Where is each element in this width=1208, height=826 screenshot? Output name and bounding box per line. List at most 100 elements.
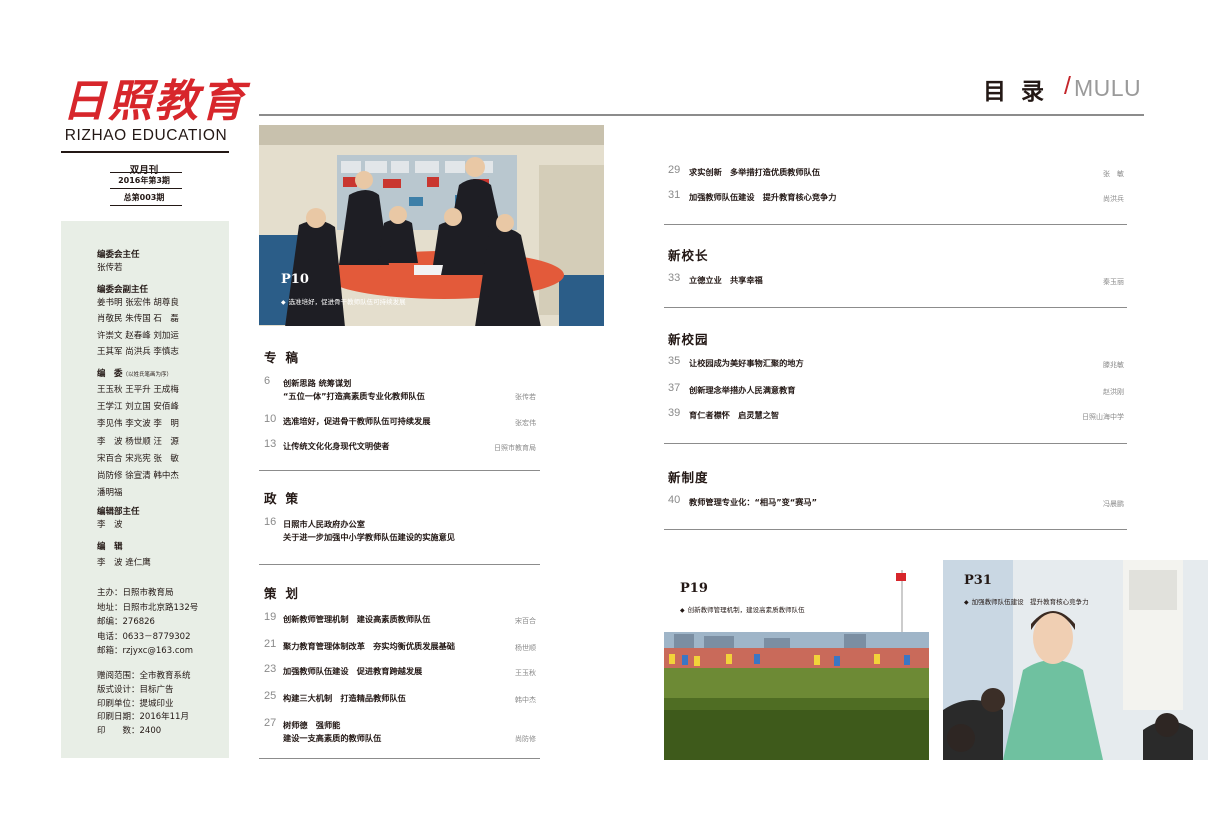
- credit-label: 编委会主任: [97, 250, 140, 260]
- toc-page-number: 31: [668, 189, 681, 201]
- credit-label: 编辑部主任: [97, 507, 140, 517]
- toc-entry-title: 加强教师队伍建设 促进教育跨越发展: [283, 666, 423, 676]
- photo-p19-caption: ◆ 创新教师管理机制，建设高素质教师队伍: [680, 606, 805, 614]
- credit-print: 印刷单位：提城印业: [97, 698, 174, 709]
- section-heading: 新校长: [668, 248, 709, 263]
- toc-page-number: 21: [264, 638, 277, 650]
- toc-entry[interactable]: 创新教师管理机制 建设高素质教师队伍: [283, 613, 430, 626]
- credit-info: 邮箱：rzjyxc@163.com: [97, 646, 193, 656]
- toc-entry-subtitle: 建设一支高素质的教师队伍: [283, 733, 382, 743]
- diamond-bullet-icon: ◆: [281, 299, 286, 306]
- toc-entry[interactable]: 让校园成为美好事物汇聚的地方: [689, 357, 804, 370]
- credit-label: 编 辑: [97, 542, 123, 552]
- toc-entry[interactable]: 树师德 强师能 建设一支高素质的教师队伍: [283, 719, 381, 745]
- toc-entry[interactable]: 聚力教育管理体制改革 夯实均衡优质发展基础: [283, 640, 455, 653]
- credit-name: 李 波: [97, 520, 123, 530]
- credit-name-row: 潘明福: [97, 488, 123, 499]
- toc-author: 日照市教育局: [494, 444, 536, 452]
- toc-entry[interactable]: 选准培好，促进骨干教师队伍可持续发展: [283, 415, 430, 428]
- section-divider: [664, 529, 1127, 530]
- issue-divider: [110, 188, 182, 189]
- section-heading: 新校园: [668, 332, 709, 347]
- toc-entry[interactable]: 让传统文化化身现代文明使者: [283, 440, 389, 453]
- toc-page-number: 13: [264, 438, 277, 450]
- credit-name-row: 王玉秋 王平升 王成梅: [97, 385, 179, 395]
- toc-entry-title: 日照市人民政府办公室: [283, 519, 365, 529]
- toc-author: 尚防修: [515, 735, 536, 743]
- issue-frequency: 双月刊: [129, 165, 159, 176]
- masthead-logo: 日照教育: [62, 76, 246, 127]
- photo-p31-page: P31: [964, 573, 992, 588]
- toc-entry[interactable]: 育仁者襟怀 启灵慧之智: [689, 409, 779, 422]
- toc-author: 韩中杰: [515, 696, 536, 704]
- toc-author: 杨世顺: [515, 644, 536, 652]
- credit-info: 电话：0633－8779302: [97, 631, 191, 642]
- toc-page-number: 23: [264, 663, 277, 675]
- toc-entry[interactable]: 教师管理专业化：“相马”变“赛马”: [689, 496, 817, 509]
- title-rule: [259, 114, 1144, 116]
- toc-entry[interactable]: 加强教师队伍建设 促进教育跨越发展: [283, 665, 422, 678]
- toc-entry-title: 创新理念举措办人民满意教育: [689, 385, 796, 395]
- credit-name-row: 肖敬民 朱传国 石 磊: [97, 314, 179, 325]
- credit-print: 赠阅范围：全市教育系统: [97, 671, 191, 681]
- credit-label: 编委会副主任: [97, 285, 149, 295]
- credit-name-row: 许崇文 赵春峰 刘加运: [97, 330, 179, 341]
- toc-entry[interactable]: 立德立业 共享幸福: [689, 274, 763, 287]
- toc-page-number: 37: [668, 382, 681, 394]
- credit-info: 邮编：276826: [97, 617, 155, 627]
- toc-page-number: 16: [264, 516, 277, 528]
- toc-entry-title: 让校园成为美好事物汇聚的地方: [689, 358, 804, 368]
- diamond-bullet-icon: ◆: [964, 599, 969, 606]
- photo-p19-page: P19: [680, 581, 708, 596]
- diamond-bullet-icon: ◆: [680, 607, 685, 614]
- toc-entry-title: 聚力教育管理体制改革 夯实均衡优质发展基础: [283, 641, 455, 651]
- section-divider: [259, 758, 540, 759]
- toc-entry[interactable]: 日照市人民政府办公室 关于进一步加强中小学教师队伍建设的实施意见: [283, 518, 455, 544]
- toc-entry[interactable]: 加强教师队伍建设 提升教育核心竞争力: [689, 191, 836, 204]
- issue-divider: [110, 205, 182, 206]
- toc-entry-title: 育仁者襟怀 启灵慧之智: [689, 410, 780, 420]
- toc-entry-title: 加强教师队伍建设 提升教育核心竞争力: [689, 192, 837, 202]
- section-divider: [664, 224, 1127, 225]
- credit-name-row: 李见伟 李文波 李 明: [97, 419, 179, 430]
- toc-entry[interactable]: 创新思路 统筹谋划 “五位一体”打造高素质专业化教师队伍: [283, 377, 425, 403]
- section-heading: 专稿: [264, 350, 308, 365]
- page-title: 目录: [983, 79, 1059, 105]
- toc-entry[interactable]: 创新理念举措办人民满意教育: [689, 384, 795, 397]
- toc-entry-title: 创新思路 统筹谋划: [283, 378, 352, 388]
- section-divider: [259, 470, 540, 471]
- toc-entry-title: 立德立业 共享幸福: [689, 275, 763, 285]
- credit-print: 印刷日期：2016年11月: [97, 712, 189, 723]
- toc-entry[interactable]: 求实创新 多举措打造优质教师队伍: [689, 166, 820, 179]
- toc-author: 冯晨鹏: [1103, 500, 1124, 508]
- toc-author: 王玉秋: [515, 669, 536, 677]
- credit-name-row: 宋百合 宋兆宪 张 敏: [97, 453, 179, 464]
- toc-page-number: 10: [264, 413, 277, 425]
- section-divider: [259, 564, 540, 565]
- classroom-teacher-illustration: [943, 560, 1208, 760]
- toc-author: 日照山海中学: [1082, 413, 1124, 421]
- credit-name-row: 姜书明 张宏伟 胡尊良: [97, 298, 179, 308]
- photo-p31[interactable]: [943, 560, 1208, 760]
- issue-total: 总第003期: [123, 193, 165, 202]
- toc-page-number: 29: [668, 164, 681, 176]
- toc-entry-title: 教师管理专业化：“相马”变“赛马”: [689, 497, 817, 507]
- toc-author: 宋百合: [515, 617, 536, 625]
- toc-author: 张宏伟: [515, 419, 536, 427]
- credit-label: 编 委（以姓氏笔画为序）: [97, 369, 173, 379]
- toc-author: 张传若: [515, 393, 536, 401]
- credit-name-row: 王学江 刘立国 安佰峰: [97, 402, 179, 413]
- toc-page-number: 25: [264, 690, 277, 702]
- section-divider: [664, 307, 1127, 308]
- photo-p10-caption: ◆ 选准培好，促进骨干教师队伍可持续发展: [281, 298, 406, 306]
- toc-entry-title: 求实创新 多举措打造优质教师队伍: [689, 167, 821, 177]
- credit-name-row: 尚防修 徐宣清 韩中杰: [97, 471, 179, 481]
- page-title-pinyin: MULU: [1074, 75, 1142, 101]
- toc-entry-title: 创新教师管理机制 建设高素质教师队伍: [283, 614, 431, 624]
- credit-print: 版式设计：目标广告: [97, 684, 174, 695]
- toc-entry-title: 构建三大机制 打造精品教师队伍: [283, 693, 406, 703]
- credit-info: 主办：日照市教育局: [97, 588, 174, 598]
- toc-author: 秦玉丽: [1103, 278, 1124, 286]
- toc-entry-subtitle: “五位一体”打造高素质专业化教师队伍: [283, 391, 425, 401]
- toc-entry[interactable]: 构建三大机制 打造精品教师队伍: [283, 692, 406, 705]
